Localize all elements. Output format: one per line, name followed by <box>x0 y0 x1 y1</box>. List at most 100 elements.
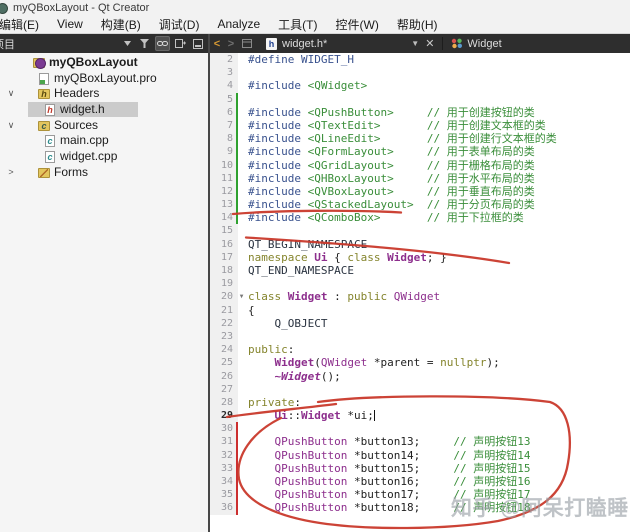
code-line-2[interactable]: 2 #define WIDGET_H <box>210 53 630 67</box>
code-line-13[interactable]: 13 #include <QStackedLayout> // 用于分页布局的类 <box>210 198 630 212</box>
window-title: myQBoxLayout - Qt Creator <box>13 1 150 14</box>
editor-tab-bar: < > h widget.h* ▼ ✕ Widget <box>210 34 630 53</box>
code-line-31[interactable]: 31 QPushButton *button13; // 声明按钮13 <box>210 435 630 449</box>
fold-column <box>238 409 245 422</box>
line-number: 9 <box>210 145 236 159</box>
back-icon[interactable]: < <box>210 38 224 50</box>
code-line-15[interactable]: 15 <box>210 224 630 238</box>
menu-item[interactable]: 帮助(H) <box>388 16 447 33</box>
line-number: 24 <box>210 343 236 357</box>
tab-dropdown-icon[interactable]: ▼ <box>411 39 419 48</box>
code-line-30[interactable]: 30 <box>210 422 630 436</box>
code-line-8[interactable]: 8 #include <QLineEdit> // 用于创建行文本框的类 <box>210 132 630 146</box>
code-line-3[interactable]: 3 <box>210 66 630 80</box>
project-sidebar: 项目 <box>0 34 210 532</box>
panel-dropdown-icon[interactable] <box>121 37 134 50</box>
panel-title: 项目 <box>0 38 15 51</box>
title-bar[interactable]: myQBoxLayout - Qt Creator <box>0 0 630 15</box>
fold-column <box>238 172 245 185</box>
menu-item[interactable]: 编辑(E) <box>0 16 48 33</box>
code-line-28[interactable]: 28 private: <box>210 395 630 410</box>
code-line-6[interactable]: 6 #include <QPushButton> // 用于创建按钮的类 <box>210 105 630 119</box>
chevron-expanded-icon[interactable]: ∨ <box>6 86 16 102</box>
line-number: 31 <box>210 435 236 449</box>
code-line-12[interactable]: 12 #include <QVBoxLayout> // 用于垂直布局的类 <box>210 184 630 199</box>
sync-with-editor-icon[interactable] <box>155 36 170 51</box>
code-line-27[interactable]: 27 <box>210 382 630 396</box>
tree-item-widget-h[interactable]: h widget.h <box>0 102 208 118</box>
code-line-24[interactable]: 24 public: <box>210 343 630 357</box>
line-number: 4 <box>210 79 236 93</box>
fold-column <box>238 317 245 330</box>
code-text: QPushButton *button16; // 声明按钮16 <box>274 475 531 488</box>
line-number: 17 <box>210 250 236 264</box>
tree-item-label: Headers <box>54 86 100 101</box>
tree-item-label: myQBoxLayout.pro <box>54 70 157 85</box>
line-number: 28 <box>210 395 236 410</box>
code-line-18[interactable]: 18 QT_END_NAMESPACE <box>210 264 630 278</box>
fold-column <box>238 277 245 290</box>
code-line-14[interactable]: 14 #include <QComboBox> // 用于下拉框的类 <box>210 211 630 225</box>
open-file-tab[interactable]: widget.h* <box>282 38 327 50</box>
forward-icon[interactable]: > <box>224 38 238 50</box>
menu-item[interactable]: Analyze <box>208 17 269 31</box>
code-editor[interactable]: 2 #define WIDGET_H 3 4 #include <QWidget> 5 6 #… <box>210 53 630 532</box>
code-line-29[interactable]: 29 Ui::Widget *ui; <box>210 409 630 423</box>
symbol-selector[interactable]: Widget <box>467 38 501 50</box>
tree-item-headers[interactable]: ∨ h Headers <box>0 86 208 102</box>
symbol-class-icon <box>451 38 463 49</box>
code-line-32[interactable]: 32 QPushButton *button14; // 声明按钮14 <box>210 448 630 462</box>
tree-item-main-cpp[interactable]: c main.cpp <box>0 133 208 149</box>
watermark: 知乎 @阿呆打瞌睡 <box>451 497 629 520</box>
text-cursor <box>373 410 375 422</box>
code-line-25[interactable]: 25 Widget(QWidget *parent = nullptr); <box>210 356 630 370</box>
split-panel-icon[interactable] <box>174 37 187 50</box>
code-line-20[interactable]: 20 ▼ class Widget : public QWidget <box>210 290 630 304</box>
code-line-33[interactable]: 33 QPushButton *button15; // 声明按钮15 <box>210 461 630 475</box>
tree-item-forms[interactable]: > Forms <box>0 165 208 181</box>
tree-item-label: Forms <box>54 164 88 179</box>
tree-item-widget-cpp[interactable]: c widget.cpp <box>0 149 208 165</box>
code-line-17[interactable]: 17 namespace Ui { class Widget; } <box>210 250 630 264</box>
menu-item[interactable]: 构建(B) <box>92 16 150 33</box>
code-line-10[interactable]: 10 #include <QGridLayout> // 用于栅格布局的类 <box>210 158 630 172</box>
code-text: private: <box>248 395 301 409</box>
code-line-9[interactable]: 9 #include <QFormLayout> // 用于表单布局的类 <box>210 145 630 159</box>
code-text: #include <QGridLayout> // 用于栅格布局的类 <box>248 158 535 172</box>
code-line-7[interactable]: 7 #include <QTextEdit> // 用于创建文本框的类 <box>210 118 630 133</box>
separator <box>442 37 444 50</box>
tree-item-myqboxlayout[interactable]: myQBoxLayout <box>0 55 208 71</box>
close-panel-icon[interactable] <box>191 37 204 50</box>
fold-column <box>238 238 245 251</box>
code-text: QT_BEGIN_NAMESPACE <box>248 237 368 251</box>
fold-column <box>238 422 245 435</box>
fold-marker-icon[interactable]: ▼ <box>238 290 245 303</box>
menu-item[interactable]: 控件(W) <box>327 16 388 33</box>
filter-icon[interactable] <box>138 37 151 50</box>
code-line-23[interactable]: 23 <box>210 329 630 344</box>
close-tab-icon[interactable]: ✕ <box>425 37 434 50</box>
code-line-16[interactable]: 16 QT_BEGIN_NAMESPACE <box>210 237 630 251</box>
menu-item[interactable]: View <box>48 17 92 31</box>
line-number: 30 <box>210 422 236 436</box>
code-line-26[interactable]: 26 ~Widget(); <box>210 369 630 383</box>
line-number: 2 <box>210 53 236 67</box>
code-line-4[interactable]: 4 #include <QWidget> <box>210 79 630 93</box>
code-line-21[interactable]: 21 { <box>210 303 630 317</box>
chevron-expanded-icon[interactable]: ∨ <box>6 118 16 134</box>
chevron-collapsed-icon[interactable]: > <box>6 165 16 181</box>
split-window-icon[interactable] <box>242 39 252 48</box>
menu-item[interactable]: 调试(D) <box>150 16 209 33</box>
code-line-34[interactable]: 34 QPushButton *button16; // 声明按钮16 <box>210 475 630 489</box>
tree-item-myqboxlayout-pro[interactable]: myQBoxLayout.pro <box>0 71 208 87</box>
tree-item-sources[interactable]: ∨ c Sources <box>0 118 208 134</box>
code-line-19[interactable]: 19 <box>210 277 630 291</box>
code-line-5[interactable]: 5 <box>210 92 630 106</box>
code-line-22[interactable]: 22 Q_OBJECT <box>210 316 630 330</box>
fold-column <box>238 343 245 356</box>
code-line-11[interactable]: 11 #include <QHBoxLayout> // 用于水平布局的类 <box>210 171 630 185</box>
menu-item[interactable]: 工具(T) <box>269 16 326 33</box>
